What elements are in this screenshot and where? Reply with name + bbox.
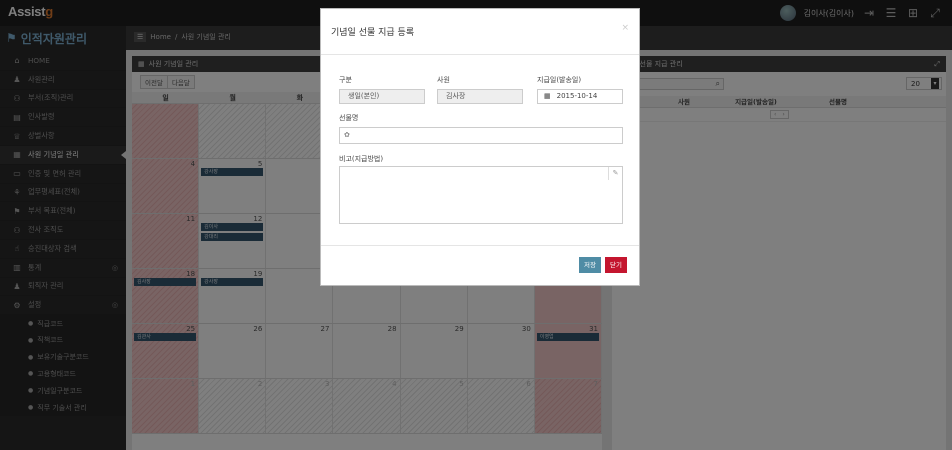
modal-header: 기념일 선물 지급 등록 × [321,9,639,55]
note-label: 비고(지급방법) [339,155,384,163]
gift-name-input[interactable]: ✿ [339,127,623,144]
comment-icon: ✎ [608,167,622,180]
modal-divider [321,245,639,246]
modal-title: 기념일 선물 지급 등록 [331,28,415,38]
gift-icon: ✿ [344,131,350,139]
type-field: 생일(본인) [339,89,425,104]
calendar-icon[interactable]: ▦ [544,90,551,103]
close-icon[interactable]: × [621,23,629,33]
gift-name-label: 선물명 [339,114,359,122]
cancel-button[interactable]: 닫기 [605,257,627,273]
gift-register-modal: 기념일 선물 지급 등록 × 구분 생일(본인) 사원 김사장 지급일(발송일)… [320,8,640,286]
type-label: 구분 [339,76,352,84]
save-button[interactable]: 저장 [579,257,601,273]
note-textarea[interactable]: ✎ [339,166,623,224]
date-field[interactable]: ▦ 2015-10-14 [537,89,623,104]
employee-label: 사원 [437,76,450,84]
date-label: 지급일(발송일) [537,76,582,84]
employee-field: 김사장 [437,89,523,104]
